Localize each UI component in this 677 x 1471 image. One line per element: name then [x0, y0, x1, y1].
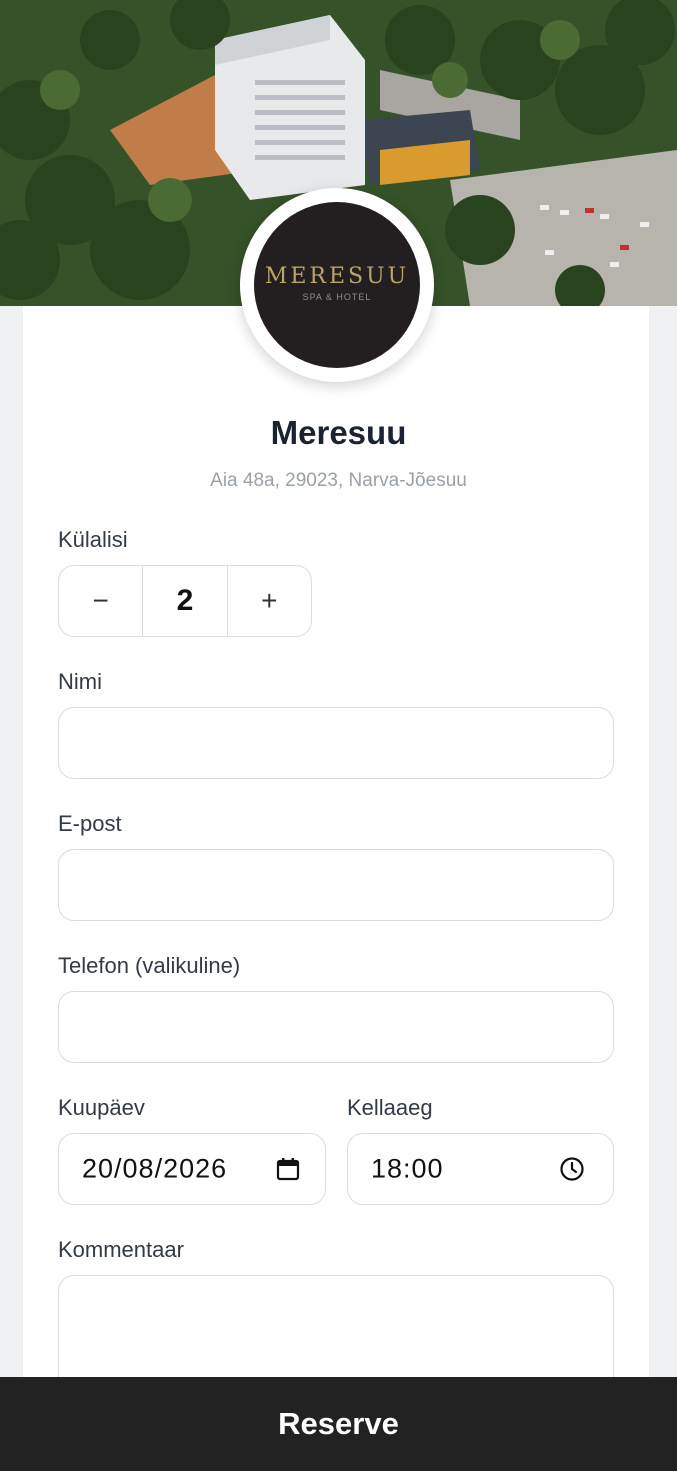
- hotel-logo: MERESUU SPA & HOTEL: [240, 188, 434, 382]
- time-label: Kellaaeg: [347, 1095, 433, 1120]
- clock-icon[interactable]: [559, 1156, 585, 1182]
- increment-guests-button[interactable]: +: [228, 566, 311, 636]
- time-value: 18:00: [371, 1153, 444, 1184]
- logo-wordmark: MERESUU: [264, 264, 410, 289]
- hotel-name: Meresuu: [270, 414, 407, 451]
- logo-disc: MERESUU SPA & HOTEL: [254, 202, 420, 368]
- guests-stepper: − 2 +: [58, 565, 312, 637]
- time-field[interactable]: 18:00: [347, 1133, 614, 1205]
- comment-label: Kommentaar: [58, 1237, 184, 1262]
- reserve-button[interactable]: Reserve: [0, 1377, 677, 1471]
- phone-field[interactable]: [58, 991, 614, 1063]
- name-label: Nimi: [58, 669, 102, 694]
- hotel-address: Aia 48a, 29023, Narva-Jõesuu: [210, 470, 467, 491]
- date-field[interactable]: 20/08/2026: [58, 1133, 326, 1205]
- guests-count: 2: [142, 566, 228, 636]
- calendar-icon[interactable]: [275, 1156, 301, 1182]
- decrement-guests-button[interactable]: −: [59, 566, 142, 636]
- phone-label: Telefon (valikuline): [58, 953, 241, 978]
- date-value: 20/08/2026: [82, 1153, 228, 1184]
- date-label: Kuupäev: [58, 1095, 145, 1120]
- email-label: E-post: [58, 811, 122, 836]
- email-field[interactable]: [58, 849, 614, 921]
- logo-subtitle: SPA & HOTEL: [302, 292, 372, 302]
- guests-label: Külalisi: [58, 527, 128, 552]
- name-field[interactable]: [58, 707, 614, 779]
